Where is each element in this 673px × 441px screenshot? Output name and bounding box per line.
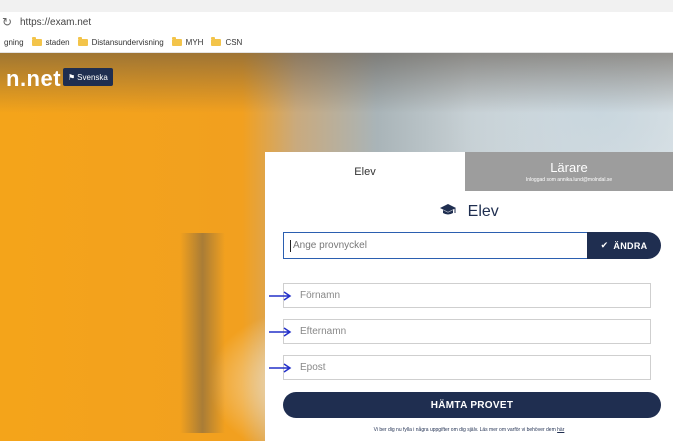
text-caret [290, 239, 291, 252]
bookmark-folder-distansundervisning[interactable]: Distansundervisning [77, 36, 164, 47]
last-name-placeholder: Efternamn [300, 326, 347, 337]
tab-student-label: Elev [354, 165, 376, 178]
flag-icon: ⚑ [68, 72, 76, 82]
fetch-exam-label: HÄMTA PROVET [430, 399, 514, 411]
reload-icon[interactable]: ↻ [2, 15, 12, 29]
bookmark-folder-csn[interactable]: CSN [211, 36, 243, 47]
bookmark-label: CSN [225, 37, 243, 47]
login-panel: Elev Lärare Inloggad som annika.lund@mol… [265, 152, 673, 441]
language-label: Svenska [77, 72, 108, 82]
background-detail [180, 233, 225, 433]
graduation-cap-icon [439, 203, 457, 222]
email-field[interactable]: Epost [269, 355, 651, 380]
annotation-arrow-icon [269, 327, 292, 337]
tab-student[interactable]: Elev [265, 152, 465, 191]
role-tabs: Elev Lärare Inloggad som annika.lund@mol… [265, 152, 673, 191]
folder-icon [77, 36, 88, 46]
folder-icon [211, 36, 222, 46]
annotation-arrow-icon [269, 363, 292, 373]
bookmark-label: staden [45, 37, 70, 47]
address-bar[interactable]: ↻ https://exam.net [0, 12, 673, 32]
site-logo[interactable]: n.net [6, 66, 61, 92]
language-button[interactable]: ⚑ Svenska [63, 68, 113, 86]
bookmark-label: MYH [185, 37, 204, 47]
footnote-link[interactable]: här [557, 427, 564, 433]
folder-icon [31, 36, 42, 46]
change-button[interactable]: ✔ ÄNDRA [587, 232, 661, 259]
bookmark-label: gning [4, 37, 24, 47]
bookmark-item[interactable]: gning [4, 38, 24, 47]
fetch-exam-button[interactable]: HÄMTA PROVET [283, 392, 661, 418]
bookmarks-bar: gning staden Distansundervisning MYH CSN [0, 32, 673, 53]
annotation-arrow-icon [269, 291, 292, 301]
form-footnote: Vi ber dig nu fylla i några uppgifter om… [265, 427, 673, 433]
tab-teacher-label: Lärare [550, 159, 588, 175]
exam-key-placeholder: Ange provnyckel [293, 240, 367, 251]
folder-icon [171, 36, 182, 46]
check-icon: ✔ [600, 240, 609, 251]
tab-teacher[interactable]: Lärare Inloggad som annika.lund@molndal.… [465, 152, 673, 191]
footnote-text: Vi ber dig nu fylla i några uppgifter om… [373, 427, 556, 433]
bookmark-folder-staden[interactable]: staden [31, 36, 70, 47]
exam-key-row: Ange provnyckel ✔ ÄNDRA [283, 232, 661, 259]
bookmark-folder-myh[interactable]: MYH [171, 36, 204, 47]
last-name-field[interactable]: Efternamn [269, 319, 651, 344]
url-text[interactable]: https://exam.net [20, 17, 91, 28]
form-heading: Elev [265, 203, 673, 222]
first-name-field[interactable]: Förnamn [269, 283, 651, 308]
exam-key-input[interactable]: Ange provnyckel [283, 232, 593, 259]
email-placeholder: Epost [300, 362, 326, 373]
change-button-label: ÄNDRA [613, 240, 648, 251]
bookmark-label: Distansundervisning [91, 37, 164, 47]
first-name-placeholder: Förnamn [300, 290, 341, 301]
tab-teacher-subtitle: Inloggad som annika.lund@molndal.se [525, 176, 613, 183]
form-heading-label: Elev [467, 203, 499, 220]
